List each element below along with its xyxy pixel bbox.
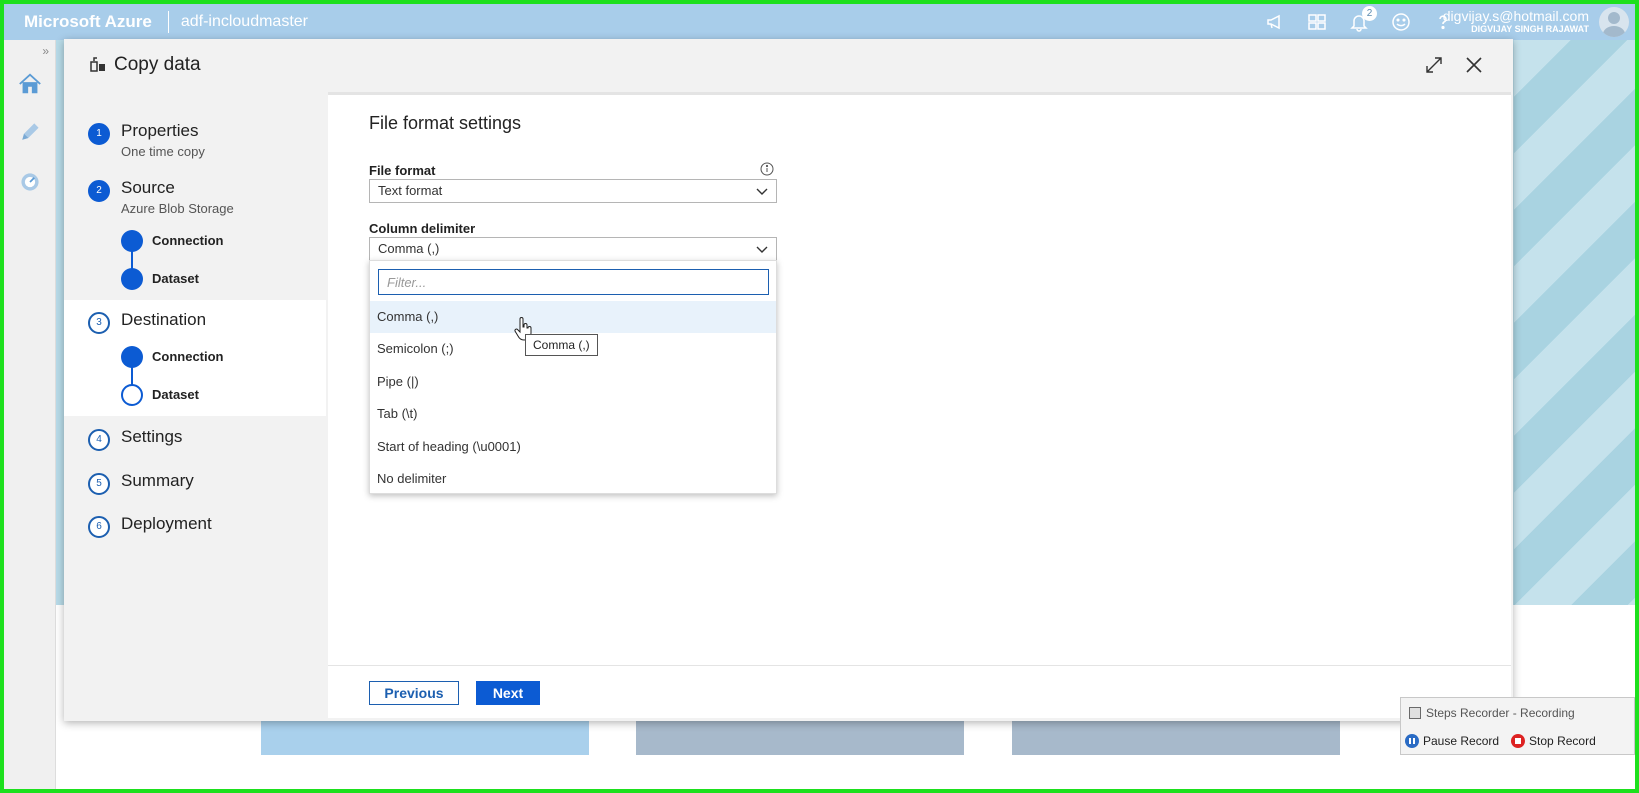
file-format-label: File format <box>369 163 436 178</box>
expand-rail-button[interactable]: » <box>42 44 49 58</box>
dialog-title: Copy data <box>88 54 201 76</box>
option-pipe[interactable]: Pipe (|) <box>370 366 776 398</box>
close-icon[interactable] <box>1462 53 1486 77</box>
step-label-properties[interactable]: Properties <box>121 121 198 141</box>
previous-button[interactable]: Previous <box>369 681 459 705</box>
chevron-down-icon <box>756 188 768 195</box>
option-tooltip: Comma (,) <box>525 334 598 356</box>
pause-record-label: Pause Record <box>1423 734 1500 748</box>
stop-record-button[interactable]: Stop Record <box>1511 734 1596 748</box>
workspace-tile <box>636 717 964 755</box>
workspace-tile <box>261 717 589 755</box>
step-label-deployment[interactable]: Deployment <box>121 514 212 534</box>
copy-data-dialog: Copy data 1 Properties One time copy 2 S… <box>64 39 1513 721</box>
step-sub-properties: One time copy <box>121 144 205 159</box>
panel-heading: File format settings <box>369 113 522 133</box>
option-start-of-heading[interactable]: Start of heading (\u0001) <box>370 431 776 463</box>
copy-data-icon <box>90 57 105 72</box>
step-number: 4 <box>88 429 110 451</box>
avatar[interactable] <box>1599 7 1629 37</box>
substep-source-dataset[interactable]: Dataset <box>152 271 199 286</box>
workspace-tile <box>1012 717 1340 755</box>
factory-name[interactable]: adf-incloudmaster <box>169 13 308 31</box>
stop-icon <box>1511 734 1526 748</box>
step-label-summary[interactable]: Summary <box>121 471 194 491</box>
column-delimiter-value: Comma (,) <box>378 241 440 256</box>
substep-destination-dataset[interactable]: Dataset <box>152 387 199 402</box>
substep-dot <box>121 268 143 290</box>
account-email: digvijay.s@hotmail.com <box>1442 8 1589 24</box>
substep-source-connection[interactable]: Connection <box>152 233 224 248</box>
brand-title[interactable]: Microsoft Azure <box>4 11 169 33</box>
recorder-actions: Pause Record Stop Record <box>1405 734 1596 748</box>
file-format-value: Text format <box>378 183 443 198</box>
option-comma[interactable]: Comma (,) <box>370 301 776 333</box>
recorder-title[interactable]: Steps Recorder - Recording <box>1409 706 1575 720</box>
step-number: 1 <box>88 123 110 145</box>
next-button[interactable]: Next <box>476 681 540 705</box>
recorder-title-text: Steps Recorder - Recording <box>1426 706 1575 720</box>
pencil-icon[interactable] <box>16 118 44 146</box>
step-label-source[interactable]: Source <box>121 178 175 198</box>
screen-frame: Microsoft Azure adf-incloudmaster 2 digv… <box>0 0 1639 793</box>
filter-input[interactable] <box>378 269 769 295</box>
column-delimiter-label: Column delimiter <box>369 221 476 236</box>
option-no-delimiter[interactable]: No delimiter <box>370 463 776 495</box>
step-sub-source: Azure Blob Storage <box>121 201 234 216</box>
recorder-app-icon <box>1409 707 1421 719</box>
step-label-settings[interactable]: Settings <box>121 427 182 447</box>
option-tab[interactable]: Tab (\t) <box>370 398 776 430</box>
wizard-steps: 1 Properties One time copy 2 Source Azur… <box>64 94 326 714</box>
footer-divider <box>328 665 1511 666</box>
column-delimiter-select[interactable]: Comma (,) <box>369 237 777 261</box>
directory-icon[interactable] <box>1305 10 1329 34</box>
step-number: 3 <box>88 312 110 334</box>
step-number: 6 <box>88 516 110 538</box>
account-name: DIGVIJAY SINGH RAJAWAT <box>1471 24 1589 34</box>
left-rail: » <box>4 40 56 789</box>
substep-destination-connection[interactable]: Connection <box>152 349 224 364</box>
account-info[interactable]: digvijay.s@hotmail.com DIGVIJAY SINGH RA… <box>1443 8 1589 35</box>
pause-record-button[interactable]: Pause Record <box>1405 734 1499 748</box>
substep-dot <box>121 384 143 406</box>
file-format-select[interactable]: Text format <box>369 179 777 203</box>
stop-record-label: Stop Record <box>1529 734 1596 748</box>
pause-icon <box>1405 734 1419 748</box>
megaphone-icon[interactable] <box>1263 10 1287 34</box>
workspace-decoration <box>1514 40 1635 605</box>
info-icon[interactable] <box>760 162 774 176</box>
bell-icon[interactable]: 2 <box>1347 6 1377 34</box>
file-format-panel: File format settings File format Text fo… <box>328 92 1511 718</box>
home-icon[interactable] <box>16 70 44 98</box>
azure-top-bar: Microsoft Azure adf-incloudmaster 2 digv… <box>4 4 1635 40</box>
smiley-icon[interactable] <box>1389 10 1413 34</box>
monitor-icon[interactable] <box>16 168 44 196</box>
substep-dot <box>121 230 143 252</box>
chevron-down-icon <box>756 246 768 253</box>
notification-count: 2 <box>1362 6 1377 21</box>
substep-dot <box>121 346 143 368</box>
top-icons: 2 <box>1263 6 1455 34</box>
step-label-destination[interactable]: Destination <box>121 310 206 330</box>
steps-recorder-window: Steps Recorder - Recording Pause Record … <box>1400 697 1635 755</box>
step-number: 5 <box>88 473 110 495</box>
delimiter-dropdown: Comma (,) Semicolon (;) Pipe (|) Tab (\t… <box>369 260 777 494</box>
step-number: 2 <box>88 180 110 202</box>
maximize-icon[interactable] <box>1422 53 1446 77</box>
dialog-title-text: Copy data <box>114 54 201 75</box>
